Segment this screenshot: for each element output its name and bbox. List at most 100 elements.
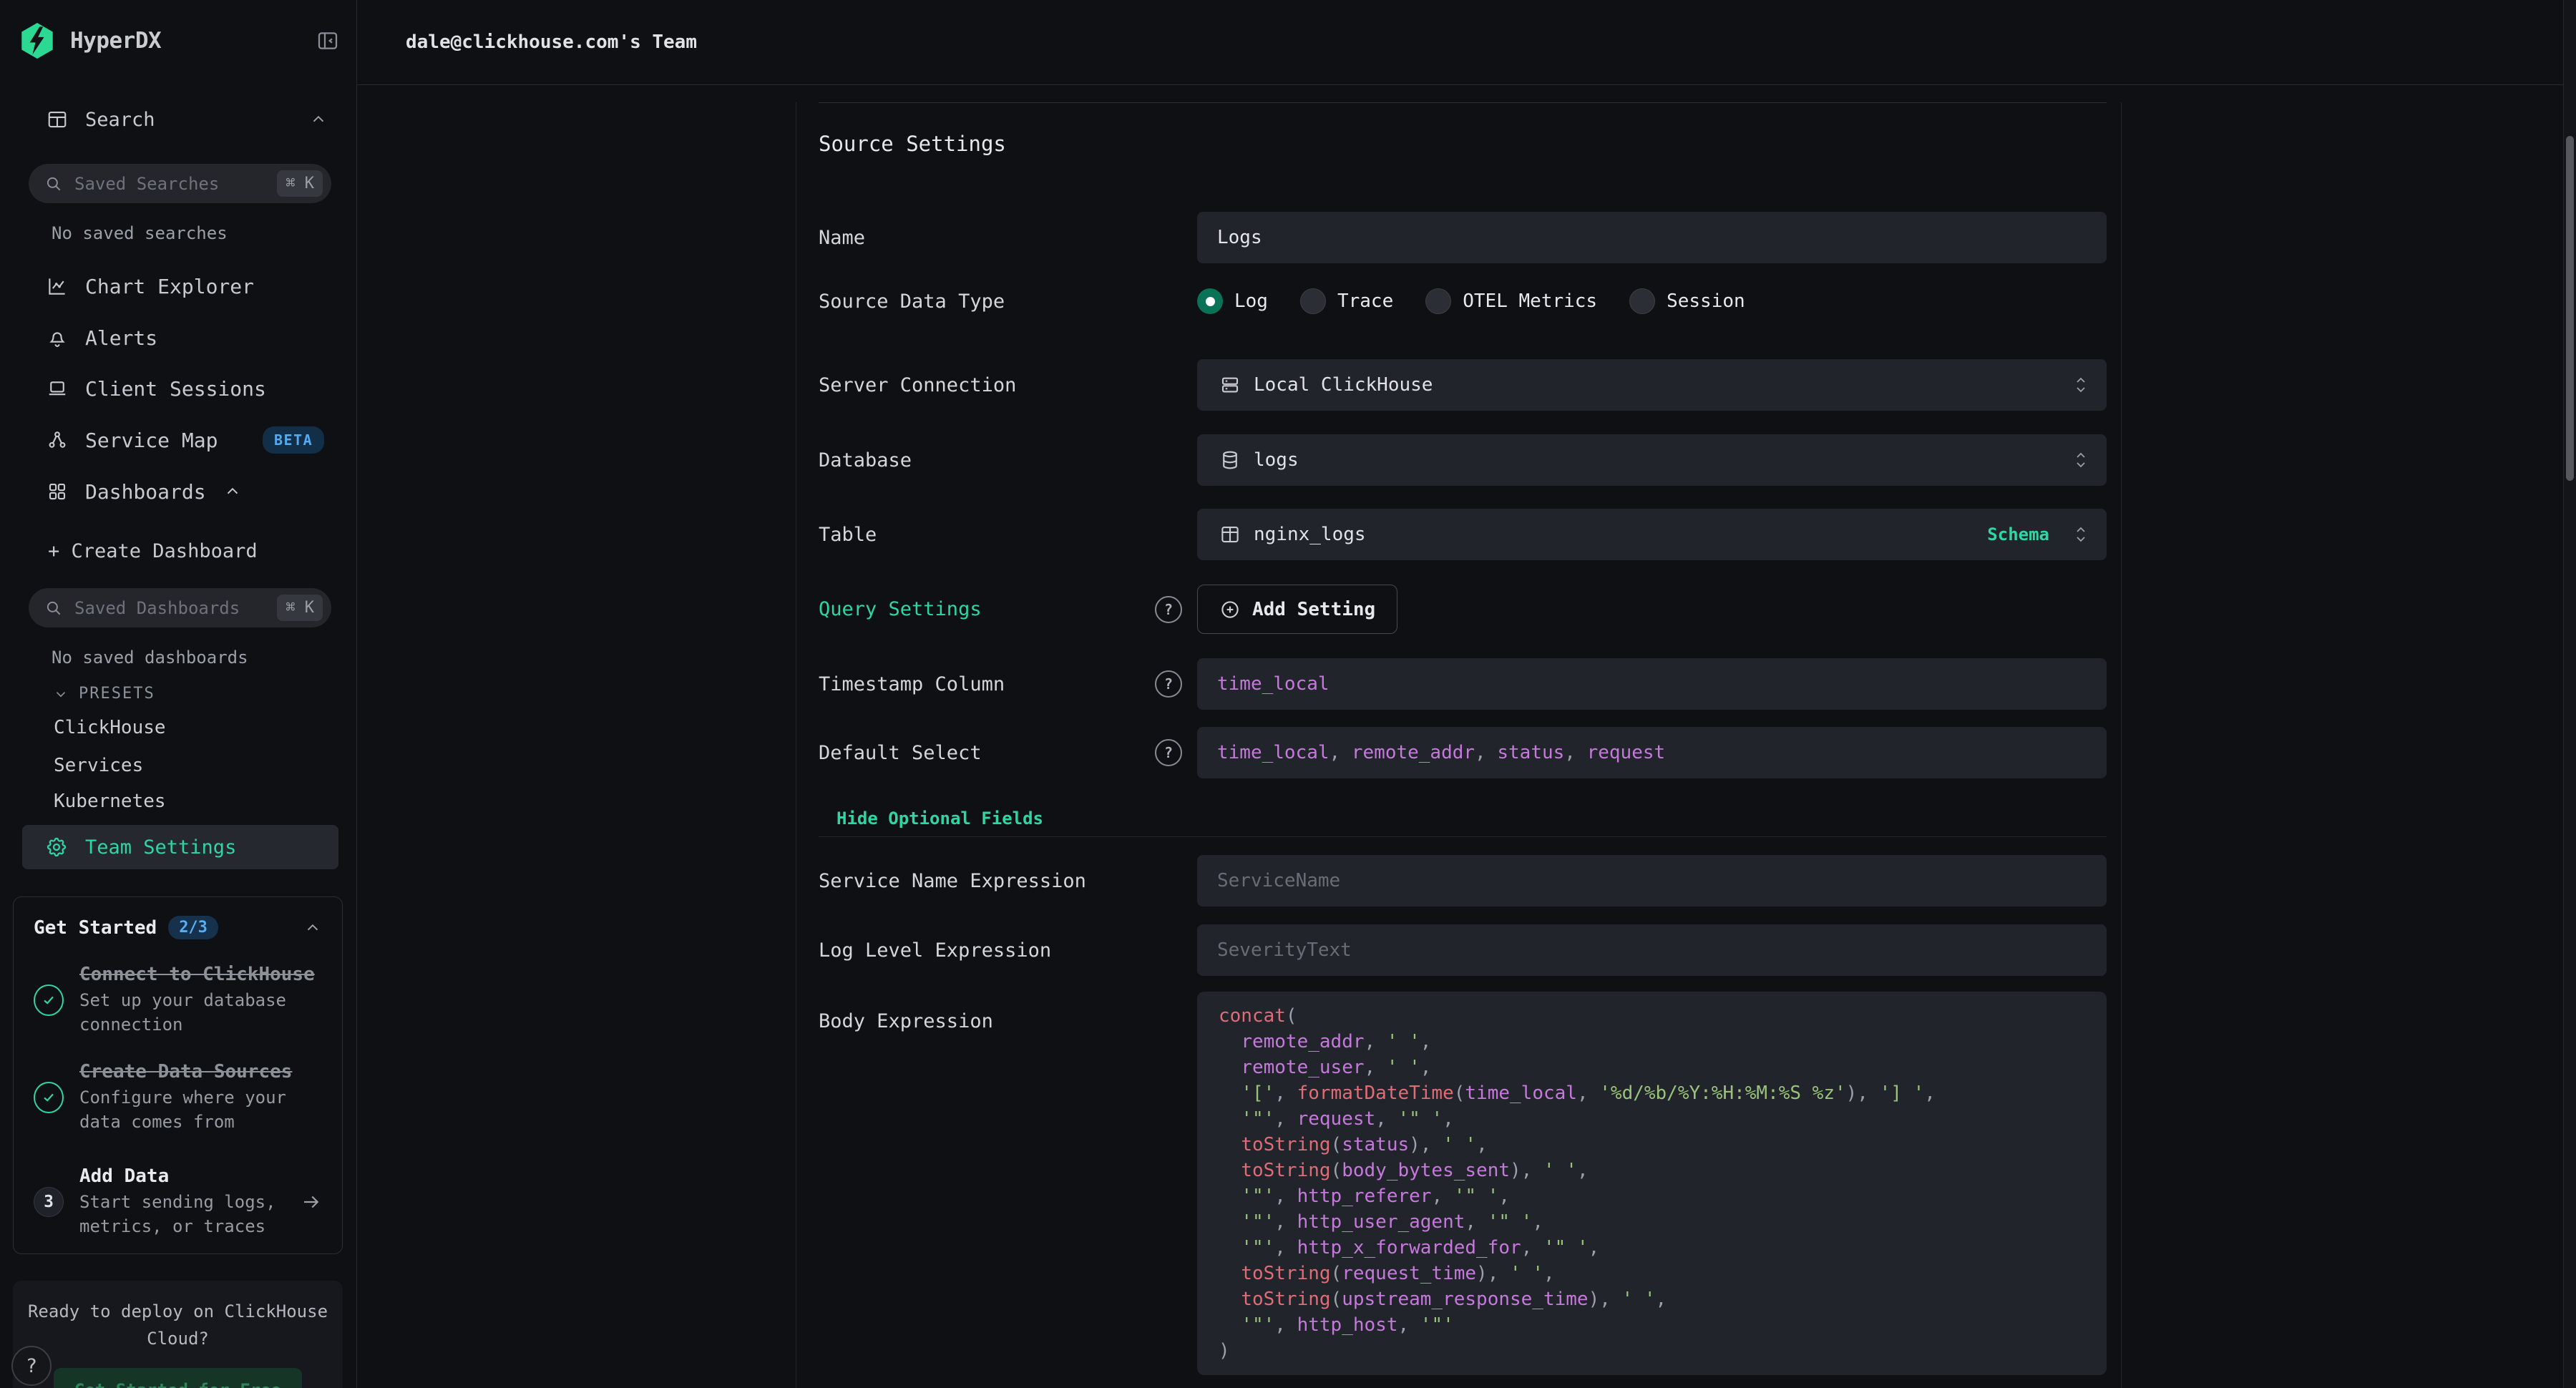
- magnifier-icon: [44, 599, 63, 617]
- preset-item-clickhouse[interactable]: ClickHouse: [54, 712, 166, 743]
- step-title: Add Data: [79, 1165, 285, 1187]
- radio-log[interactable]: Log: [1197, 288, 1268, 314]
- bell-icon: [47, 327, 68, 348]
- presets-toggle[interactable]: PRESETS: [53, 685, 155, 703]
- add-setting-button[interactable]: Add Setting: [1197, 585, 1397, 634]
- schema-button[interactable]: Schema: [1987, 524, 2049, 544]
- radio-otel-metrics[interactable]: OTEL Metrics: [1425, 288, 1597, 314]
- create-dashboard-button[interactable]: + Create Dashboard: [48, 540, 258, 562]
- source-data-type-radios: Log Trace OTEL Metrics Session: [1197, 288, 2107, 315]
- code-line: toString(body_bytes_sent), ' ',: [1219, 1158, 2085, 1183]
- sidebar: HyperDX Search: [0, 0, 357, 1388]
- help-button[interactable]: ?: [11, 1346, 52, 1386]
- default-select-input[interactable]: time_local, remote_addr, status, request: [1197, 727, 2107, 778]
- help-icon[interactable]: ?: [1155, 596, 1182, 623]
- code-token: ,: [1577, 1160, 1589, 1181]
- code-token: [1219, 1057, 1241, 1078]
- grid-icon: [47, 481, 68, 502]
- gear-icon: [45, 836, 68, 859]
- page-title: Source Settings: [819, 132, 2107, 156]
- body-expression-editor[interactable]: concat( remote_addr, ' ', remote_user, '…: [1197, 992, 2107, 1375]
- code-token: status: [1497, 742, 1564, 763]
- code-token: (: [1454, 1082, 1465, 1104]
- code-token: ,: [1420, 1057, 1432, 1078]
- team-title: dale@clickhouse.com's Team: [406, 31, 697, 53]
- shortcut-badge: ⌘ K: [277, 595, 323, 621]
- source-settings-panel: Source Settings Name Source Data Type Lo…: [796, 102, 2122, 1388]
- code-token: ),: [1846, 1082, 1880, 1104]
- chart-icon: [47, 275, 68, 297]
- code-token: '"': [1241, 1186, 1274, 1207]
- sidebar-item-dashboards[interactable]: Dashboards: [47, 476, 328, 507]
- beta-badge: BETA: [263, 426, 324, 454]
- code-token: concat: [1219, 1005, 1286, 1027]
- code-token: [1219, 1211, 1241, 1233]
- code-token: ),: [1589, 1289, 1622, 1310]
- log-level-input[interactable]: [1197, 924, 2107, 976]
- saved-dashboards-input[interactable]: Saved Dashboards ⌘ K: [29, 588, 331, 627]
- nav-label: Service Map: [85, 429, 218, 452]
- sidebar-item-client-sessions[interactable]: Client Sessions: [47, 373, 328, 404]
- sidebar-item-team-settings[interactable]: Team Settings: [22, 825, 338, 869]
- code-token: ,: [1375, 1108, 1397, 1130]
- service-name-row: Service Name Expression: [819, 855, 2107, 906]
- preset-item-services[interactable]: Services: [54, 750, 143, 781]
- radio-session[interactable]: Session: [1629, 288, 1745, 314]
- sidebar-item-alerts[interactable]: Alerts: [47, 322, 328, 353]
- default-select-row: Default Select ? time_local, remote_addr…: [819, 727, 2107, 778]
- scrollbar-thumb[interactable]: [2566, 136, 2574, 481]
- get-started-step-connect[interactable]: Connect to ClickHouse Set up your databa…: [34, 964, 322, 1037]
- radio-label: Trace: [1337, 290, 1393, 312]
- get-started-free-button[interactable]: Get Started for Free: [54, 1368, 302, 1388]
- saved-searches-input[interactable]: Saved Searches ⌘ K: [29, 164, 331, 203]
- radio-trace[interactable]: Trace: [1300, 288, 1393, 314]
- get-started-step-add-data[interactable]: 3 Add Data Start sending logs, metrics, …: [34, 1165, 322, 1238]
- code-token: time_local: [1217, 742, 1330, 763]
- scrollbar-track[interactable]: [2563, 0, 2576, 1388]
- table-select[interactable]: nginx_logs Schema: [1197, 509, 2107, 560]
- step-number-circle: 3: [34, 1187, 64, 1217]
- radio-label: Log: [1234, 290, 1268, 312]
- preset-item-kubernetes[interactable]: Kubernetes: [54, 786, 166, 817]
- code-token: ,: [1577, 1082, 1599, 1104]
- code-token: remote_user: [1241, 1057, 1364, 1078]
- sidebar-item-chart-explorer[interactable]: Chart Explorer: [47, 270, 328, 302]
- sidebar-item-search[interactable]: Search: [47, 104, 328, 135]
- network-icon: [47, 429, 68, 451]
- service-name-input[interactable]: [1197, 855, 2107, 906]
- database-select[interactable]: logs: [1197, 434, 2107, 486]
- chevron-up-icon[interactable]: [223, 482, 242, 501]
- nav-label: Dashboards: [85, 480, 206, 504]
- table-value: nginx_logs: [1254, 524, 1366, 545]
- timestamp-column-input[interactable]: [1197, 658, 2107, 710]
- sidebar-item-service-map[interactable]: Service Map BETA: [47, 424, 328, 456]
- chevron-up-icon[interactable]: [303, 919, 322, 937]
- server-connection-select[interactable]: Local ClickHouse: [1197, 359, 2107, 411]
- name-input[interactable]: [1197, 212, 2107, 263]
- step-text: Connect to ClickHouse Set up your databa…: [79, 964, 322, 1037]
- help-icon[interactable]: ?: [1155, 739, 1182, 766]
- presets-label: PRESETS: [79, 685, 155, 703]
- code-token: ),: [1510, 1160, 1543, 1181]
- code-token: ,: [1330, 742, 1352, 763]
- section-divider: [819, 836, 2107, 837]
- help-icon[interactable]: ?: [1155, 670, 1182, 698]
- code-token: toString: [1241, 1289, 1330, 1310]
- database-row: Database logs: [819, 434, 2107, 486]
- collapse-sidebar-icon[interactable]: [316, 29, 339, 52]
- code-line: toString(upstream_response_time), ' ',: [1219, 1286, 2085, 1312]
- radio-label: OTEL Metrics: [1463, 290, 1597, 312]
- code-token: '%d/%b/%Y:%H:%M:%S %z': [1599, 1082, 1845, 1104]
- code-token: [1219, 1186, 1241, 1207]
- code-token: ,: [1465, 1211, 1487, 1233]
- code-token: ,: [1475, 742, 1497, 763]
- code-token: http_referer: [1297, 1186, 1432, 1207]
- body-expression-row: Body Expression concat( remote_addr, ' '…: [819, 992, 2107, 1375]
- hide-optional-fields-link[interactable]: Hide Optional Fields: [819, 808, 2107, 829]
- code-token: ,: [1532, 1211, 1543, 1233]
- get-started-step-sources[interactable]: Create Data Sources Configure where your…: [34, 1061, 322, 1134]
- log-level-label: Log Level Expression: [819, 939, 1197, 962]
- chevron-up-icon[interactable]: [309, 110, 328, 129]
- step-title: Create Data Sources: [79, 1061, 322, 1082]
- code-token: '"': [1241, 1211, 1274, 1233]
